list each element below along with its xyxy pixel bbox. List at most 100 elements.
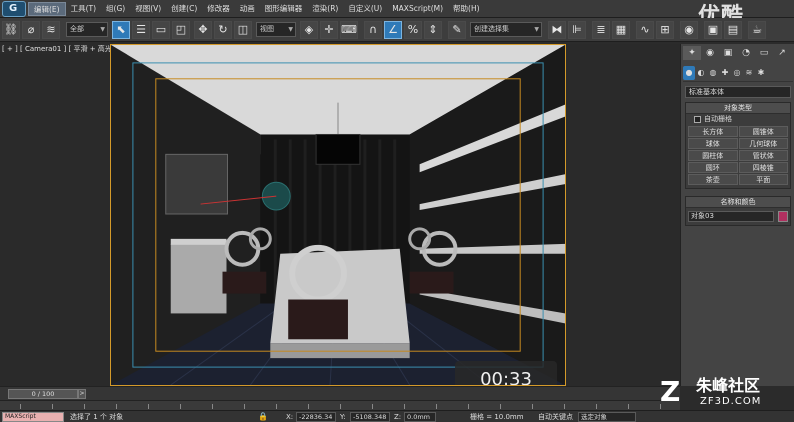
menu-animation[interactable]: 动画 — [235, 2, 260, 16]
display-tab-icon[interactable]: ▭ — [755, 46, 773, 60]
menu-maxscript[interactable]: MAXScript(M) — [387, 2, 448, 16]
modify-tab-icon[interactable]: ◉ — [701, 46, 719, 60]
menu-group[interactable]: 组(G) — [101, 2, 130, 16]
select-object-icon[interactable]: ⬉ — [112, 21, 130, 39]
menu-create[interactable]: 创建(C) — [166, 2, 202, 16]
lights-icon[interactable]: ◍ — [707, 66, 719, 80]
schematic-view-icon[interactable]: ⊞ — [656, 21, 674, 39]
geometry-icon[interactable]: ● — [683, 66, 695, 80]
rect-selection-icon[interactable]: ▭ — [152, 21, 170, 39]
track-bar[interactable] — [0, 400, 680, 410]
menu-help[interactable]: 帮助(H) — [448, 2, 485, 16]
auto-key-button[interactable]: 自动关键点 — [538, 412, 573, 422]
sphere-button[interactable]: 球体 — [688, 138, 738, 149]
brand-watermark: Z 朱峰社区 ZF3D.COM — [660, 376, 794, 412]
menu-graph-editors[interactable]: 图形编辑器 — [260, 2, 308, 16]
utilities-tab-icon[interactable]: ↗ — [773, 46, 791, 60]
z-coordinate-field[interactable]: 0.0mm — [404, 412, 436, 422]
application-button[interactable]: G — [2, 1, 26, 17]
primitive-type-dropdown[interactable]: 标准基本体 — [685, 86, 791, 98]
camera-viewport[interactable]: 00:33 — [110, 44, 566, 386]
pivot-center-icon[interactable]: ◈ — [300, 21, 318, 39]
space-warps-icon[interactable]: ≋ — [743, 66, 755, 80]
helpers-icon[interactable]: ◎ — [731, 66, 743, 80]
ruler-tick — [180, 404, 181, 409]
box-button[interactable]: 长方体 — [688, 126, 738, 137]
menu-views[interactable]: 视图(V) — [130, 2, 166, 16]
autogrid-checkbox[interactable]: 自动栅格 — [686, 114, 790, 125]
plane-button[interactable]: 平面 — [738, 174, 788, 185]
grid-size: 栅格 = 10.0mm — [470, 413, 524, 421]
pyramid-button[interactable]: 四棱锥 — [738, 162, 788, 173]
name-color-title[interactable]: 名称和颜色 — [686, 197, 790, 208]
object-color-swatch[interactable] — [778, 211, 788, 222]
menu-rendering[interactable]: 渲染(R) — [307, 2, 343, 16]
scale-icon[interactable]: ◫ — [234, 21, 252, 39]
select-manipulate-icon[interactable]: ✛ — [320, 21, 338, 39]
dining-room-render — [111, 45, 565, 385]
key-filter-dropdown[interactable]: 选定对象 — [578, 412, 636, 422]
bind-space-warp-icon[interactable]: ≋ — [42, 21, 60, 39]
rotate-icon[interactable]: ↻ — [214, 21, 232, 39]
create-tab-icon[interactable]: ✦ — [683, 46, 701, 60]
window-crossing-icon[interactable]: ◰ — [172, 21, 190, 39]
brand-name: 朱峰社区 — [696, 376, 761, 395]
selection-filter-dropdown[interactable]: 全部 ▼ — [66, 22, 108, 37]
graphite-toolset-icon[interactable]: ▦ — [612, 21, 630, 39]
menu-tools[interactable]: 工具(T) — [66, 2, 101, 16]
ruler-tick — [148, 404, 149, 409]
align-icon[interactable]: ⊫ — [568, 21, 586, 39]
chevron-down-icon: ▼ — [534, 26, 539, 33]
object-name-input[interactable]: 对象03 — [688, 211, 775, 222]
cameras-icon[interactable]: ✚ — [719, 66, 731, 80]
tube-button[interactable]: 管状体 — [738, 150, 788, 161]
object-type-rollout: 对象类型 自动栅格 长方体 圆锥体 球体 几何球体 圆柱体 管状体 圆环 四棱锥… — [685, 102, 791, 189]
systems-icon[interactable]: ✱ — [755, 66, 767, 80]
layer-manager-icon[interactable]: ≣ — [592, 21, 610, 39]
menu-bar: G 编辑(E) 工具(T) 组(G) 视图(V) 创建(C) 修改器 动画 图形… — [0, 0, 794, 29]
x-label: X: — [286, 413, 294, 421]
select-link-icon[interactable]: ⛓ — [2, 21, 20, 39]
ruler-tick — [276, 404, 277, 409]
viewport-label[interactable]: [ + ] [ Camera01 ] [ 平滑 + 高光 ] — [2, 44, 117, 54]
next-frame-button[interactable]: > — [78, 389, 86, 399]
x-coordinate-field[interactable]: -22836.34 — [296, 412, 336, 422]
unlink-icon[interactable]: ⌀ — [22, 21, 40, 39]
maxscript-listener[interactable]: MAXScript — [2, 412, 64, 422]
cone-button[interactable]: 圆锥体 — [738, 126, 788, 137]
named-selection-dropdown[interactable]: 创建选择集 ▼ — [470, 22, 542, 37]
geosphere-button[interactable]: 几何球体 — [738, 138, 788, 149]
reference-coord-dropdown[interactable]: 视图 ▼ — [256, 22, 296, 37]
edit-named-selection-icon[interactable]: ✎ — [448, 21, 466, 39]
render-production-icon[interactable]: ☕ — [748, 21, 766, 39]
snap-toggle-icon[interactable]: ∩ — [364, 21, 382, 39]
keyboard-shortcut-icon[interactable]: ⌨ — [340, 21, 358, 39]
object-type-title[interactable]: 对象类型 — [686, 103, 790, 114]
ruler-tick — [468, 404, 469, 409]
y-coordinate-field[interactable]: -5108.348 — [350, 412, 390, 422]
spinner-snap-icon[interactable]: ⇕ — [424, 21, 442, 39]
material-editor-icon[interactable]: ◉ — [680, 21, 698, 39]
menu-customize[interactable]: 自定义(U) — [343, 2, 387, 16]
time-slider[interactable]: 0 / 100 — [8, 389, 78, 399]
hierarchy-tab-icon[interactable]: ▣ — [719, 46, 737, 60]
move-icon[interactable]: ✥ — [194, 21, 212, 39]
menu-list: 编辑(E) 工具(T) 组(G) 视图(V) 创建(C) 修改器 动画 图形编辑… — [28, 0, 485, 18]
menu-modifiers[interactable]: 修改器 — [202, 2, 235, 16]
rendered-frame-icon[interactable]: ▤ — [724, 21, 742, 39]
motion-tab-icon[interactable]: ◔ — [737, 46, 755, 60]
cylinder-button[interactable]: 圆柱体 — [688, 150, 738, 161]
shapes-icon[interactable]: ◐ — [695, 66, 707, 80]
selection-lock-icon[interactable]: 🔒 — [258, 412, 268, 422]
ruler-tick — [372, 404, 373, 409]
menu-edit[interactable]: 编辑(E) — [28, 2, 66, 16]
select-by-name-icon[interactable]: ☰ — [132, 21, 150, 39]
teapot-button[interactable]: 茶壶 — [688, 174, 738, 185]
render-setup-icon[interactable]: ▣ — [704, 21, 722, 39]
mirror-icon[interactable]: ⧓ — [548, 21, 566, 39]
ruler-tick — [500, 404, 501, 409]
torus-button[interactable]: 圆环 — [688, 162, 738, 173]
curve-editor-icon[interactable]: ∿ — [636, 21, 654, 39]
percent-snap-icon[interactable]: % — [404, 21, 422, 39]
angle-snap-icon[interactable]: ∠ — [384, 21, 402, 39]
